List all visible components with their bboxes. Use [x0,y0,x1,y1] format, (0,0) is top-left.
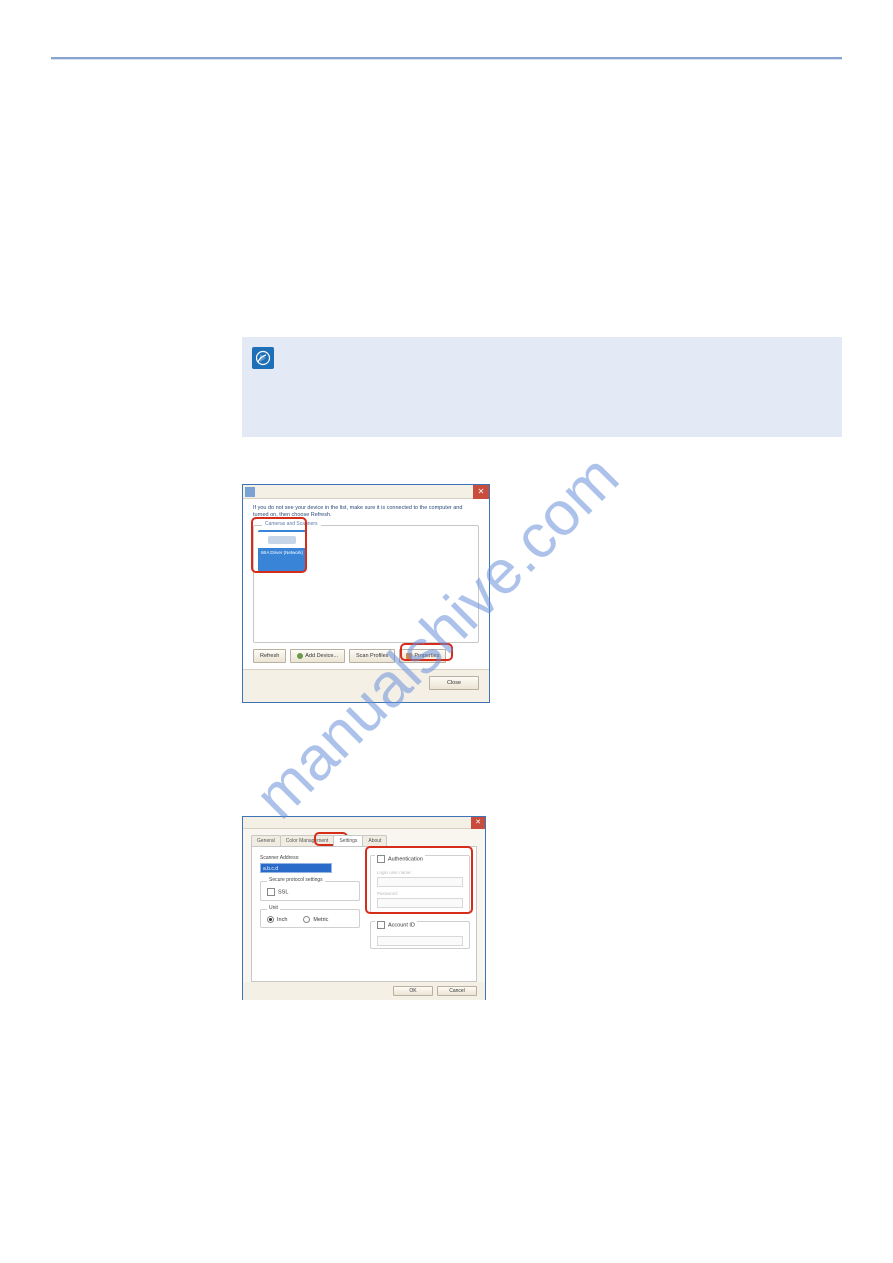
title-icon [245,487,255,497]
secure-protocol-group: Secure protocol settings SSL [260,881,360,901]
account-id-input[interactable] [377,936,463,946]
page-divider [51,57,842,60]
account-id-group: Account ID [370,921,470,949]
ssl-option[interactable]: SSL [267,888,353,896]
add-device-button[interactable]: Add Device... [290,649,345,663]
checkbox-icon [267,888,275,896]
scanner-address-label: Scanner Address: [260,855,360,861]
note-callout [242,337,842,437]
checkbox-icon [377,921,385,929]
highlight-properties [400,643,453,661]
device-list: Cameras and Scanners WIA Driver (Network… [253,525,479,643]
unit-label: Unit [267,905,280,911]
dialog-titlebar: ✕ [243,485,489,499]
dialog-footer: OK Cancel [243,982,485,1000]
ok-button[interactable]: OK [393,986,433,996]
tab-strip: General Color Management Settings About [243,829,485,846]
dialog-footer: Close [243,669,489,695]
screenshot-devices-dialog: ✕ If you do not see your device in the l… [242,484,490,703]
refresh-button[interactable]: Refresh [253,649,286,663]
scanner-address-input[interactable]: a.b.c.d [260,863,332,873]
unit-inch-option[interactable]: Inch [267,916,287,923]
note-icon [252,347,274,369]
tab-general[interactable]: General [251,835,281,846]
account-id-checkbox[interactable]: Account ID [375,921,417,929]
tab-about[interactable]: About [362,835,387,846]
plus-icon [297,653,303,659]
tab-settings[interactable]: Settings [333,835,363,846]
secure-protocol-label: Secure protocol settings [267,877,325,883]
close-button[interactable]: Close [429,676,479,690]
close-icon[interactable]: ✕ [473,485,489,499]
unit-group: Unit Inch Metric [260,909,360,928]
close-icon[interactable]: ✕ [471,817,485,829]
dialog-titlebar: ✕ [243,817,485,829]
screenshot-properties-dialog: ✕ General Color Management Settings Abou… [242,816,486,1000]
radio-icon [303,916,310,923]
radio-icon [267,916,274,923]
cancel-button[interactable]: Cancel [437,986,477,996]
scan-profiles-button[interactable]: Scan Profiles [349,649,395,663]
unit-metric-option[interactable]: Metric [303,916,328,923]
highlight-device [251,517,307,573]
highlight-authentication [365,846,473,914]
